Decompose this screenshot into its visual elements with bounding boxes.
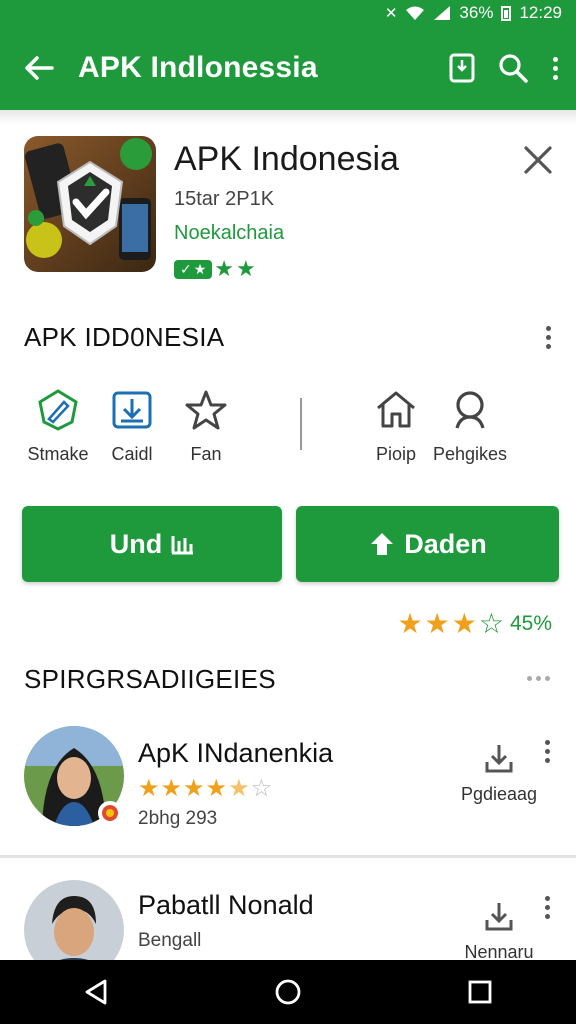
status-bar: ✕ 36% 12:29 xyxy=(0,0,576,26)
list-item-download-button[interactable]: Pgdieaag xyxy=(444,742,554,805)
rating-row: ★ ★ ★ ☆ 45% xyxy=(398,610,552,638)
star-filled-icon: ★ xyxy=(397,608,423,639)
star-outline-icon xyxy=(185,390,227,430)
app-developer[interactable]: Noekalchaia xyxy=(174,222,284,245)
list-item-subtitle: 2bhg 293 xyxy=(138,808,218,829)
list-item-title: Pabatll Nonald xyxy=(138,890,314,920)
list-item-subtitle: Bengall xyxy=(138,930,202,951)
list-item-title: ApK INdanenkia xyxy=(138,738,334,768)
secondary-button-label: Daden xyxy=(404,528,487,559)
separator xyxy=(0,855,576,858)
back-button[interactable] xyxy=(0,55,78,81)
bookmark-icon[interactable] xyxy=(448,53,476,83)
star-filled-icon: ★ xyxy=(138,775,160,802)
chart-download-icon xyxy=(171,536,194,555)
app-header: APK Indonesia 15tar 2P1K Noekalchaia ✓ ★… xyxy=(24,136,554,281)
nav-recents-icon[interactable] xyxy=(465,977,495,1007)
app-bar-shadow xyxy=(0,110,576,124)
arrow-back-icon xyxy=(25,56,54,80)
search-icon[interactable] xyxy=(498,53,528,83)
star-filled-icon: ★ xyxy=(160,775,183,802)
list-item[interactable]: ApK INdanenkia ★ ★ ★ ★ ★ ☆ 2bhg 293 Pgdi… xyxy=(0,724,576,844)
app-name: APK Indonesia xyxy=(174,140,399,178)
person-outline-icon xyxy=(455,391,485,429)
check-icon: ✓ xyxy=(180,260,192,277)
download-tray-icon xyxy=(112,391,152,429)
star-filled-icon: ★ xyxy=(183,775,205,802)
quick-action-fan[interactable]: Fan xyxy=(156,388,256,465)
badge-star-icon: ★ xyxy=(236,256,256,281)
avatar xyxy=(24,880,124,960)
app-bar: APK Indlonessia xyxy=(0,26,576,110)
more-horizontal-icon[interactable] xyxy=(527,676,550,681)
list-item-action-label: Pgdieaag xyxy=(460,784,538,804)
quick-action-label: Caidl xyxy=(111,444,153,464)
overflow-menu-icon[interactable] xyxy=(550,56,560,80)
rating-percent: 45% xyxy=(509,612,552,635)
nav-home-icon[interactable] xyxy=(273,977,303,1007)
list-item-download-button[interactable]: Nennaru xyxy=(444,900,554,960)
app-badge-icon xyxy=(98,801,122,825)
clock: 12:29 xyxy=(519,3,562,22)
list-item-menu-icon[interactable] xyxy=(542,896,552,919)
quick-action-label: Stmake xyxy=(27,444,89,464)
star-half-icon: ★ xyxy=(228,775,250,802)
star-filled-icon: ★ xyxy=(451,608,477,639)
star-outline-icon: ☆ xyxy=(478,608,504,639)
navigation-bar xyxy=(0,960,576,1024)
divider xyxy=(300,398,302,450)
quick-actions-row: Stmake Caidl Fan Pioip Pehgikes xyxy=(0,388,576,478)
upload-arrow-icon xyxy=(371,533,394,555)
star-filled-icon: ★ xyxy=(424,608,450,639)
primary-button-label: Und xyxy=(109,528,163,559)
list-item-menu-icon[interactable] xyxy=(542,740,552,763)
quick-action-label: Pehgikes xyxy=(432,444,508,464)
nav-back-icon[interactable] xyxy=(81,977,111,1007)
home-outline-icon xyxy=(377,391,415,428)
signal-icon xyxy=(434,6,451,20)
badge-star-icon: ★ xyxy=(193,260,207,277)
star-filled-icon: ★ xyxy=(205,775,228,802)
wifi-icon xyxy=(406,6,425,20)
list-item-action-label: Nennaru xyxy=(464,942,534,960)
battery-icon xyxy=(501,5,512,21)
app-subtitle: 15tar 2P1K xyxy=(174,188,275,210)
secondary-button[interactable]: Daden xyxy=(296,506,559,582)
close-icon[interactable] xyxy=(522,144,554,176)
list-item[interactable]: Pabatll Nonald Bengall Nennaru xyxy=(0,878,576,960)
shield-pen-icon xyxy=(38,389,78,431)
quick-action-label: Fan xyxy=(190,444,222,464)
download-icon xyxy=(485,903,513,931)
battery-percent: 36% xyxy=(459,3,494,22)
list-section-title: SPIRGRSADIIGEIES xyxy=(24,664,276,694)
primary-button[interactable]: Und xyxy=(22,506,282,582)
app-icon-artwork xyxy=(24,138,152,260)
section-title: APK IDD0NESIA xyxy=(24,322,225,352)
no-nfc-icon: ✕ xyxy=(384,5,398,22)
download-icon xyxy=(485,745,513,773)
badge-star-icon: ★ xyxy=(214,256,235,281)
app-bar-title: APK Indlonessia xyxy=(78,51,318,84)
star-outline-icon: ☆ xyxy=(250,775,273,802)
list-item-rating: ★ ★ ★ ★ ★ ☆ xyxy=(138,774,272,803)
section-menu-icon[interactable] xyxy=(543,326,553,349)
quick-action-label: Pioip xyxy=(375,444,417,464)
app-icon[interactable] xyxy=(24,136,156,272)
quick-action-pehgikes[interactable]: Pehgikes xyxy=(420,388,520,465)
verified-pill: ✓ ★ xyxy=(174,259,213,279)
app-rating-badge: ✓ ★ ★ ★ xyxy=(174,256,256,282)
